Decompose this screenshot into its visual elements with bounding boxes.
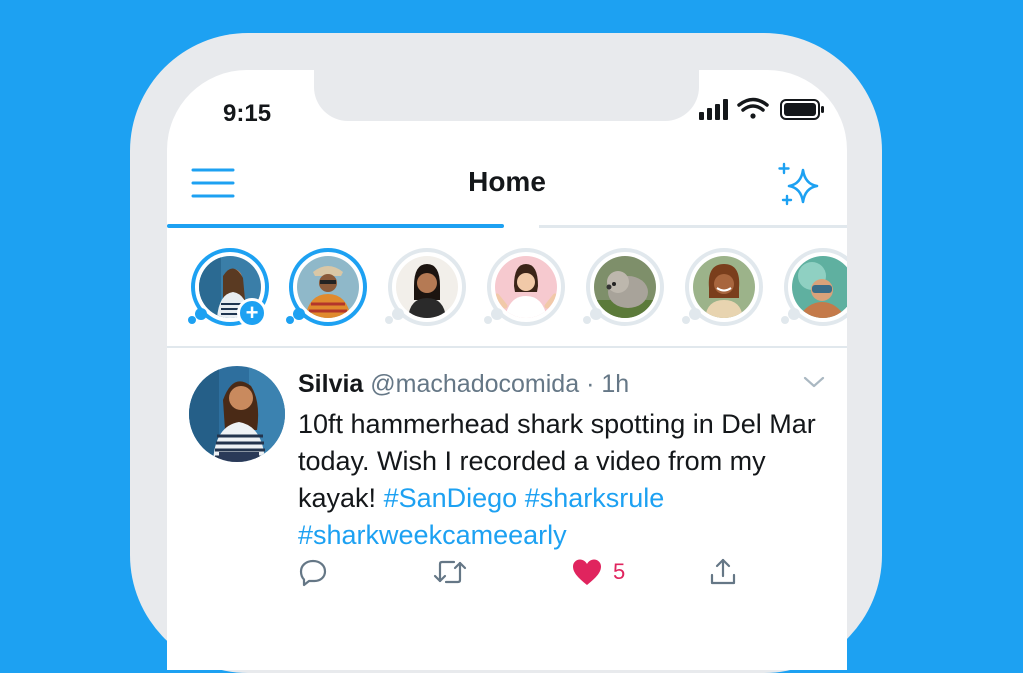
fleet-ring-tail xyxy=(484,316,492,324)
avatar xyxy=(396,256,458,318)
fleets-divider xyxy=(167,346,847,348)
fleet-own[interactable]: + xyxy=(188,248,269,328)
status-time: 9:15 xyxy=(223,100,272,127)
tweet-avatar[interactable] xyxy=(189,366,285,462)
fleet-seen[interactable] xyxy=(385,248,466,326)
fleet-ring-tail xyxy=(392,308,404,320)
avatar xyxy=(297,256,359,318)
retweet-button[interactable] xyxy=(432,554,468,590)
home-tab-indicator xyxy=(167,224,847,228)
avatar xyxy=(495,256,557,318)
tweet-author-handle[interactable]: @machadocomida xyxy=(370,370,579,398)
page-title: Home xyxy=(468,166,546,197)
fleet-ring-tail xyxy=(286,316,294,324)
tweet-actions: 5 xyxy=(298,554,838,590)
fleet-ring-tail xyxy=(293,308,305,320)
add-fleet-button[interactable]: + xyxy=(237,298,267,328)
tab-indicator-track xyxy=(539,225,847,228)
fleet-ring-tail xyxy=(689,308,701,320)
fleet-ring-tail xyxy=(781,316,789,324)
avatar xyxy=(792,256,847,318)
reply-icon xyxy=(299,559,327,587)
sparkle-icon[interactable] xyxy=(775,160,823,208)
status-icons xyxy=(699,97,824,120)
phone-notch xyxy=(314,70,699,121)
tab-indicator-active xyxy=(167,224,504,228)
wifi-icon xyxy=(737,97,769,119)
fleet-seen[interactable] xyxy=(583,248,664,326)
fleet-seen[interactable] xyxy=(682,248,763,326)
tweet-separator: · xyxy=(586,370,595,398)
tweet-author-name[interactable]: Silvia xyxy=(298,370,363,398)
heart-icon xyxy=(573,559,601,585)
fleet-ring-tail xyxy=(682,316,690,324)
battery-icon xyxy=(780,99,824,120)
cellular-signal-icon xyxy=(699,99,728,120)
reply-button[interactable] xyxy=(298,554,328,590)
hashtag-link[interactable]: #SanDiego xyxy=(384,483,518,513)
avatar xyxy=(594,256,656,318)
like-count: 5 xyxy=(613,559,626,584)
fleet-seen[interactable] xyxy=(781,248,847,326)
fleet-unseen[interactable] xyxy=(286,248,367,326)
fleet-ring-tail xyxy=(583,316,591,324)
like-button[interactable]: 5 xyxy=(571,554,625,590)
fleet-ring-tail xyxy=(195,308,207,320)
chevron-down-icon[interactable] xyxy=(801,372,827,392)
fleets-row: + xyxy=(187,248,847,332)
share-button[interactable] xyxy=(708,554,738,590)
fleet-seen[interactable] xyxy=(484,248,565,326)
retweet-icon xyxy=(433,560,467,584)
fleet-ring-tail xyxy=(385,316,393,324)
fleet-ring-tail xyxy=(188,316,196,324)
avatar xyxy=(693,256,755,318)
fleet-ring-tail xyxy=(788,308,800,320)
fleet-ring-tail xyxy=(590,308,602,320)
hashtag-link[interactable]: #sharkweekcameearly xyxy=(298,520,567,550)
tweet-timestamp[interactable]: 1h xyxy=(601,370,629,398)
share-icon xyxy=(710,558,736,585)
hashtag-link[interactable]: #sharksrule xyxy=(525,483,665,513)
phone-screen: 9:15 Home + Silvia @machadocomida · 1h 1… xyxy=(167,70,847,670)
tweet-text: 10ft hammerhead shark spotting in Del Ma… xyxy=(298,406,838,554)
tweet-header: Silvia @machadocomida · 1h xyxy=(298,370,629,399)
fleet-ring-tail xyxy=(491,308,503,320)
